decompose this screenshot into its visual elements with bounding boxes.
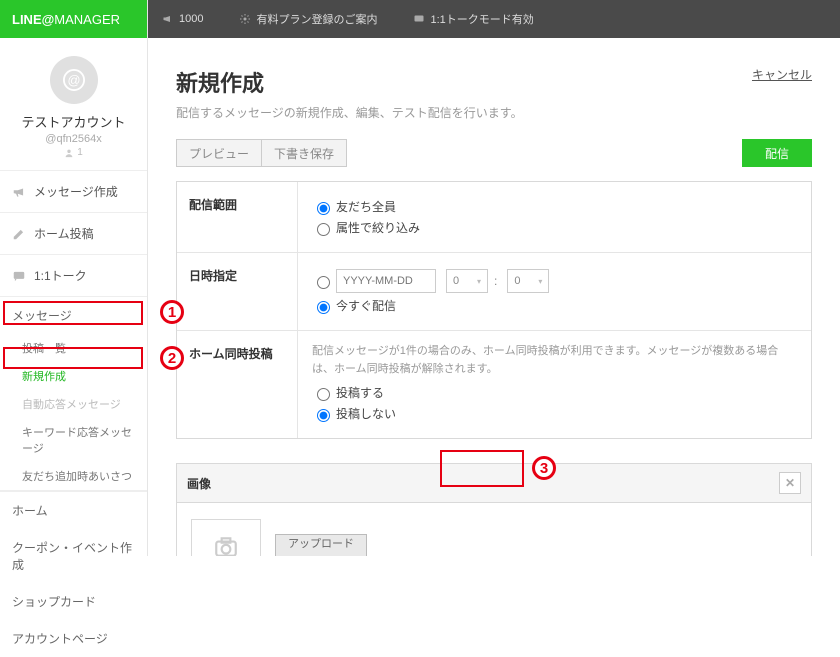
range-all-option[interactable]: 友だち全員	[312, 198, 797, 215]
image-card-title: 画像	[187, 475, 211, 492]
header-plan[interactable]: 有料プラン登録のご案内	[239, 11, 395, 27]
image-card-close[interactable]: ✕	[779, 472, 801, 494]
main: 新規作成 配信するメッセージの新規作成、編集、テスト配信を行います。 キャンセル…	[148, 38, 840, 556]
megaphone-icon	[12, 185, 26, 199]
camera-icon	[211, 534, 241, 556]
avatar: @	[50, 56, 98, 104]
megaphone-icon	[162, 13, 174, 25]
sidebar-item-coupon[interactable]: クーポン・イベント作成	[0, 529, 147, 583]
sidebar-sub-new[interactable]: 新規作成	[0, 362, 147, 390]
sidebar-item-home[interactable]: ホーム	[0, 491, 147, 529]
simulpost-yes-radio[interactable]	[317, 388, 330, 401]
page-subtitle: 配信するメッセージの新規作成、編集、テスト配信を行います。	[176, 104, 523, 121]
datetime-schedule-option[interactable]: 0▾ : 0▾	[312, 269, 797, 293]
hour-select[interactable]: 0▾	[446, 269, 488, 293]
settings-panel: 配信範囲 友だち全員 属性で絞り込み 日時指定 0▾ : 0▾ 今すぐ配	[176, 181, 812, 439]
profile: @ テストアカウント @qfn2564x 1	[0, 38, 147, 171]
brand: LINE@ MANAGER	[0, 0, 147, 38]
simulpost-no-option[interactable]: 投稿しない	[312, 405, 797, 422]
account-followers: 1	[6, 147, 141, 158]
chat-icon	[12, 269, 26, 283]
save-draft-button[interactable]: 下書き保存	[262, 139, 347, 167]
account-id: @qfn2564x	[6, 133, 141, 145]
account-name: テストアカウント	[6, 112, 141, 131]
minute-select[interactable]: 0▾	[507, 269, 549, 293]
datetime-label: 日時指定	[177, 253, 297, 330]
date-input[interactable]	[336, 269, 436, 293]
header-talkmode[interactable]: 1:1トークモード有効	[413, 11, 551, 27]
range-label: 配信範囲	[177, 182, 297, 252]
datetime-now-option[interactable]: 今すぐ配信	[312, 297, 797, 314]
simulpost-hint: 配信メッセージが1件の場合のみ、ホーム同時投稿が利用できます。メッセージが複数あ…	[312, 343, 797, 378]
preview-button[interactable]: プレビュー	[176, 139, 262, 167]
upload-button[interactable]: アップロード	[275, 534, 367, 556]
datetime-now-radio[interactable]	[317, 301, 330, 314]
cancel-link[interactable]: キャンセル	[752, 66, 812, 83]
page-title: 新規作成	[176, 66, 523, 98]
draft-button-group: プレビュー 下書き保存	[176, 139, 347, 167]
datetime-schedule-radio[interactable]	[317, 276, 330, 289]
sidebar-item-account[interactable]: アカウントページ	[0, 620, 147, 657]
svg-text:@: @	[67, 73, 80, 88]
range-attr-radio[interactable]	[317, 223, 330, 236]
simulpost-yes-option[interactable]: 投稿する	[312, 384, 797, 401]
simulpost-label: ホーム同時投稿	[177, 331, 297, 438]
send-button[interactable]: 配信	[742, 139, 812, 167]
sidebar: LINE@ MANAGER @ テストアカウント @qfn2564x 1 メッセ…	[0, 0, 148, 556]
gear-icon	[239, 13, 251, 25]
image-card: 画像 ✕ アップロード 画像は最大10MBまで配信できます。	[176, 463, 812, 556]
chat-icon	[413, 13, 425, 25]
brand-suffix: MANAGER	[54, 12, 120, 27]
at-icon: @	[63, 69, 85, 91]
person-icon	[64, 148, 74, 158]
range-attr-option[interactable]: 属性で絞り込み	[312, 219, 797, 236]
sidebar-item-shopcard[interactable]: ショップカード	[0, 583, 147, 620]
range-all-radio[interactable]	[317, 202, 330, 215]
simulpost-no-radio[interactable]	[317, 409, 330, 422]
sidebar-head-message[interactable]: メッセージ	[0, 297, 147, 334]
image-thumb	[191, 519, 261, 556]
pencil-icon	[12, 227, 26, 241]
sidebar-item-1on1-talk[interactable]: 1:1トーク	[0, 255, 147, 296]
sidebar-item-home-post[interactable]: ホーム投稿	[0, 213, 147, 254]
sidebar-section-primary: メッセージ作成	[0, 171, 147, 213]
sidebar-sub-autoreply[interactable]: 自動応答メッセージ	[0, 390, 147, 418]
top-header: 1000 有料プラン登録のご案内 1:1トークモード有効	[148, 0, 840, 38]
brand-prefix: LINE@	[12, 12, 54, 27]
sidebar-sub-greeting[interactable]: 友だち追加時あいさつ	[0, 462, 147, 490]
sidebar-sub-keyword[interactable]: キーワード応答メッセージ	[0, 418, 147, 462]
sidebar-section-message: メッセージ 投稿一覧 新規作成 自動応答メッセージ キーワード応答メッセージ 友…	[0, 297, 147, 491]
sidebar-sub-posts[interactable]: 投稿一覧	[0, 334, 147, 362]
header-volume: 1000	[162, 13, 221, 25]
sidebar-item-create-message[interactable]: メッセージ作成	[0, 171, 147, 212]
